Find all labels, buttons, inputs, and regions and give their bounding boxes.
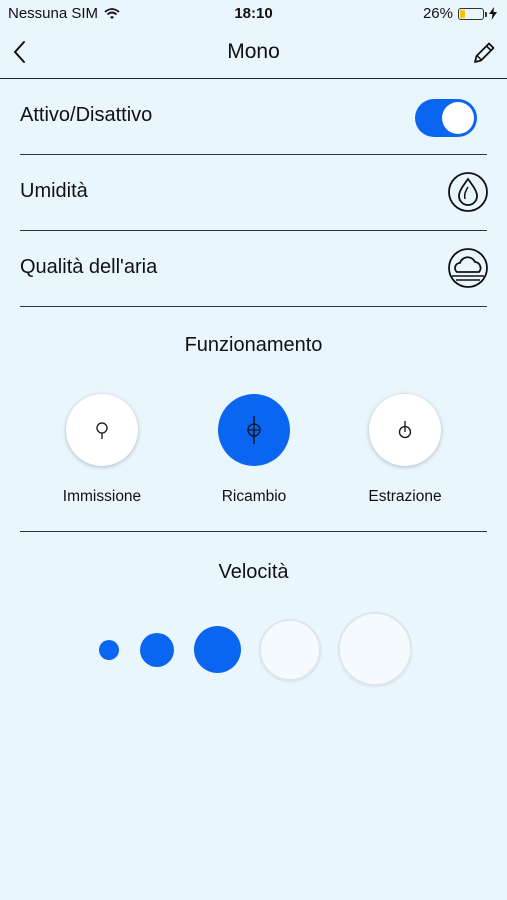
speed-level-4[interactable] xyxy=(259,619,321,681)
speed-level-3[interactable] xyxy=(194,626,241,673)
page-title: Mono xyxy=(227,40,280,63)
toggle-knob xyxy=(442,102,474,134)
pencil-icon xyxy=(474,42,495,63)
air-quality-cloud-icon[interactable] xyxy=(447,247,489,289)
battery-percent: 26% xyxy=(422,5,453,22)
exchange-icon xyxy=(247,416,261,444)
status-bar: Nessuna SIM 18:10 26% xyxy=(0,0,507,28)
humidity-label: Umidità xyxy=(20,180,88,202)
power-label: Attivo/Disattivo xyxy=(20,104,153,126)
charging-bolt-icon xyxy=(489,7,497,20)
battery-fill xyxy=(460,9,465,18)
speed-level-1[interactable] xyxy=(99,640,119,660)
mode-intake-label: Immissione xyxy=(62,488,142,505)
operation-title: Funzionamento xyxy=(184,334,323,356)
speed-level-5[interactable] xyxy=(338,612,412,686)
mode-extraction[interactable]: Estrazione xyxy=(350,394,460,506)
air-quality-label: Qualità dell'aria xyxy=(20,256,158,278)
power-toggle[interactable] xyxy=(415,99,477,137)
mode-exchange-button[interactable] xyxy=(218,394,290,466)
battery-icon xyxy=(458,7,487,20)
humidity-drop-icon[interactable] xyxy=(447,171,489,213)
extraction-icon xyxy=(398,421,412,439)
divider xyxy=(20,531,487,532)
row-humidity[interactable]: Umidità xyxy=(20,155,489,231)
mode-extraction-label: Estrazione xyxy=(368,488,442,505)
mode-exchange-label: Ricambio xyxy=(221,488,287,505)
intake-icon xyxy=(96,422,108,439)
row-air-quality[interactable]: Qualità dell'aria xyxy=(20,231,489,307)
mode-intake-button[interactable] xyxy=(66,394,138,466)
mode-exchange[interactable]: Ricambio xyxy=(199,394,309,506)
speed-level-2[interactable] xyxy=(140,633,174,667)
edit-button[interactable] xyxy=(471,40,497,66)
nav-bar: Mono xyxy=(0,28,507,79)
mode-intake[interactable]: Immissione xyxy=(47,394,157,506)
row-power: Attivo/Disattivo xyxy=(20,79,487,155)
speed-title: Velocità xyxy=(218,561,289,583)
mode-extraction-button[interactable] xyxy=(369,394,441,466)
